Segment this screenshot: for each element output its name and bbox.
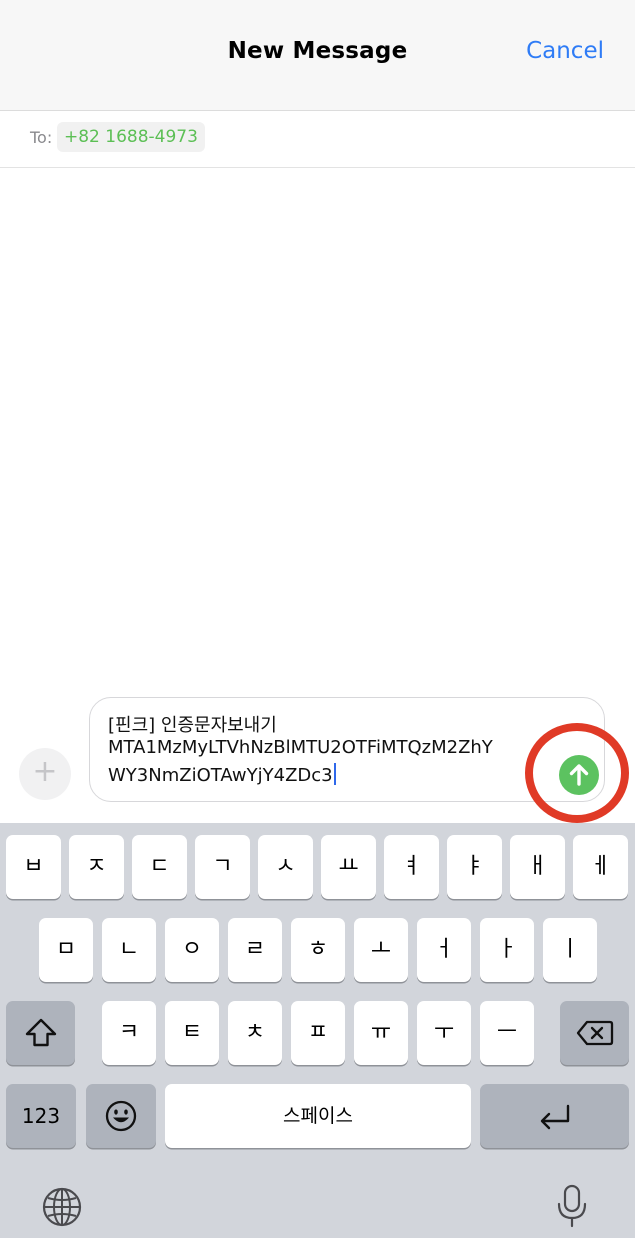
row3-key-1[interactable]: ㅋ [102, 1001, 156, 1065]
emoji-key[interactable] [86, 1084, 156, 1148]
message-line-1: [핀크] 인증문자보내기 [108, 715, 277, 736]
send-button[interactable] [559, 755, 599, 795]
emoji-icon [105, 1100, 137, 1132]
globe-key[interactable] [40, 1185, 84, 1233]
recipient-chip[interactable]: +82 1688-4973 [57, 122, 205, 152]
text-cursor [333, 763, 336, 785]
row2-key-9[interactable]: ㅣ [543, 918, 597, 982]
key-label: ㅌ [181, 1020, 203, 1045]
space-key[interactable]: 스페이스 [165, 1084, 471, 1148]
key-label: ㅅ [275, 854, 296, 879]
delete-icon [576, 1020, 613, 1046]
to-label: To: [30, 128, 53, 147]
row1-key-7[interactable]: ㅕ [384, 835, 439, 899]
key-label: ㄷ [149, 854, 170, 879]
row1-key-6[interactable]: ㅛ [321, 835, 376, 899]
key-label: ㅇ [181, 937, 203, 962]
row1-key-3[interactable]: ㄷ [132, 835, 187, 899]
row2-key-6[interactable]: ㅗ [354, 918, 408, 982]
row2-key-8[interactable]: ㅏ [480, 918, 534, 982]
key-label: ㅁ [55, 937, 77, 962]
key-label: ㄴ [118, 937, 140, 962]
row1-key-4[interactable]: ㄱ [195, 835, 250, 899]
row1-key-8[interactable]: ㅑ [447, 835, 502, 899]
message-input[interactable]: [핀크] 인증문자보내기 MTA1MzMyLTVhNzBlMTU2OTFiMTQ… [89, 697, 605, 802]
numbers-key[interactable]: 123 [6, 1084, 76, 1148]
row2-key-3[interactable]: ㅇ [165, 918, 219, 982]
shift-icon [25, 1018, 56, 1047]
key-label: ㅔ [590, 854, 611, 879]
row1-key-2[interactable]: ㅈ [69, 835, 124, 899]
row2-key-4[interactable]: ㄹ [228, 918, 282, 982]
row3-key-4[interactable]: ㅍ [291, 1001, 345, 1065]
space-key-label: 스페이스 [283, 1105, 353, 1127]
key-label: ㅗ [370, 937, 392, 962]
key-label: ㅋ [118, 1020, 140, 1045]
key-label: ㅏ [496, 937, 518, 962]
key-label: ㅊ [244, 1020, 266, 1045]
row1-key-9[interactable]: ㅐ [510, 835, 565, 899]
key-label: ㄹ [244, 937, 266, 962]
key-label: ㅂ [23, 854, 44, 879]
key-label: ㄱ [212, 854, 233, 879]
key-label: ㅕ [401, 854, 422, 879]
delete-key[interactable] [560, 1001, 629, 1065]
row1-key-1[interactable]: ㅂ [6, 835, 61, 899]
message-line-3-text: WY3NmZiOTAwYjY4ZDc3 [108, 765, 333, 786]
shift-key[interactable] [6, 1001, 75, 1065]
key-label: ㅡ [496, 1020, 518, 1045]
add-attachment-button[interactable]: + [19, 748, 71, 800]
message-line-3: WY3NmZiOTAwYjY4ZDc3 [108, 763, 336, 786]
key-label: ㅍ [307, 1020, 329, 1045]
row3-key-3[interactable]: ㅊ [228, 1001, 282, 1065]
key-label: ㅎ [307, 937, 329, 962]
message-line-2: MTA1MzMyLTVhNzBlMTU2OTFiMTQzM2ZhY [108, 737, 493, 758]
navigation-header: New Message Cancel [0, 0, 635, 111]
row3-key-5[interactable]: ㅠ [354, 1001, 408, 1065]
row2-key-1[interactable]: ㅁ [39, 918, 93, 982]
key-label: ㅜ [433, 1020, 455, 1045]
row1-key-5[interactable]: ㅅ [258, 835, 313, 899]
row1-key-10[interactable]: ㅔ [573, 835, 628, 899]
plus-icon: + [32, 754, 58, 789]
arrow-up-icon [569, 764, 589, 786]
key-label: ㅓ [433, 937, 455, 962]
cancel-button[interactable]: Cancel [526, 38, 604, 64]
key-label: ㅣ [559, 937, 581, 962]
row3-key-7[interactable]: ㅡ [480, 1001, 534, 1065]
row2-key-5[interactable]: ㅎ [291, 918, 345, 982]
microphone-icon [557, 1184, 587, 1228]
numbers-key-label: 123 [21, 1104, 61, 1128]
key-label: ㅠ [370, 1020, 392, 1045]
key-label: ㅈ [86, 854, 107, 879]
row2-key-2[interactable]: ㄴ [102, 918, 156, 982]
keyboard: ㅂ ㅈ ㄷ ㄱ ㅅ ㅛ ㅕ ㅑ ㅐ ㅔ ㅁ ㄴ ㅇ ㄹ ㅎ ㅗ ㅓ ㅏ ㅣ ㅋ ㅌ ㅊ ㅍ ㅠ ㅜ ㅡ 123 스페이스 [0, 823, 635, 1238]
key-label: ㅐ [527, 854, 548, 879]
row3-key-6[interactable]: ㅜ [417, 1001, 471, 1065]
key-label: ㅛ [338, 854, 359, 879]
return-key[interactable] [480, 1084, 629, 1148]
return-icon [540, 1104, 569, 1130]
globe-icon [42, 1187, 82, 1227]
dictation-key[interactable] [553, 1183, 591, 1233]
key-label: ㅑ [464, 854, 485, 879]
row3-key-2[interactable]: ㅌ [165, 1001, 219, 1065]
row2-key-7[interactable]: ㅓ [417, 918, 471, 982]
